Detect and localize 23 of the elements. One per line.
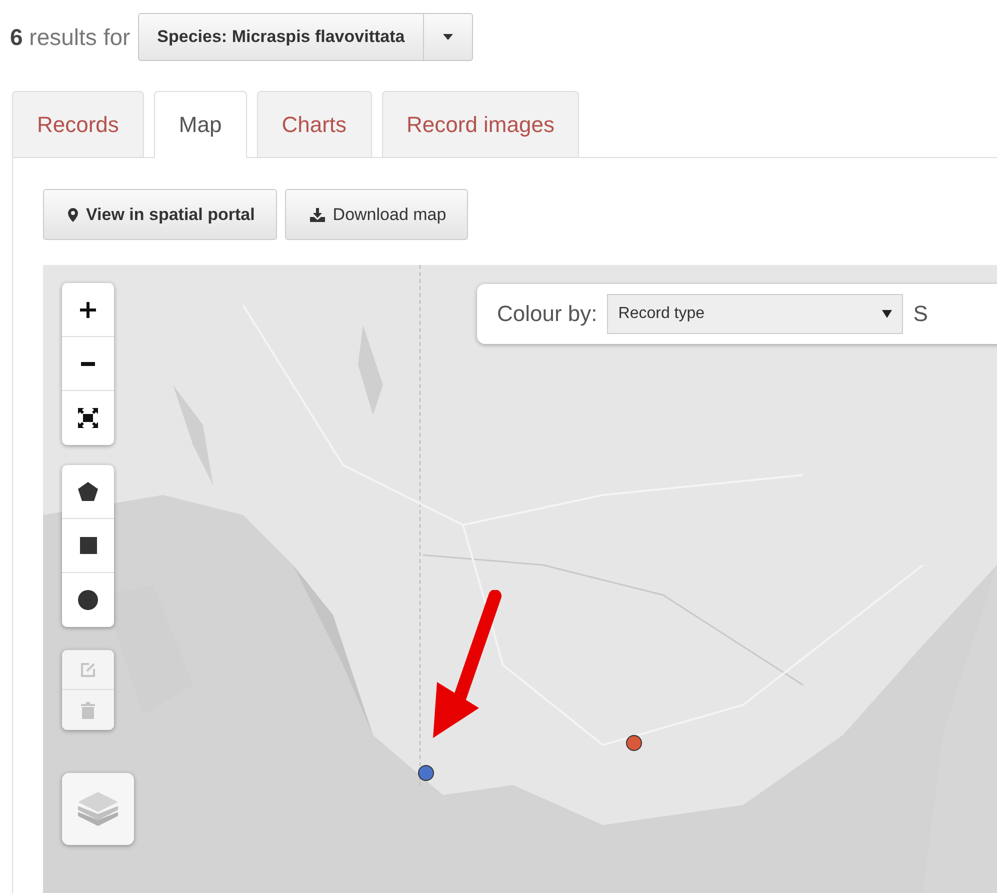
- tab[interactable]: Map: [154, 91, 247, 158]
- fullscreen-icon: [78, 408, 98, 428]
- download-map-button[interactable]: Download map: [284, 189, 468, 240]
- spatial-portal-button[interactable]: View in spatial portal: [43, 189, 277, 240]
- edit-icon: [80, 662, 96, 678]
- plus-icon: [80, 302, 96, 318]
- caret-icon: [882, 310, 892, 318]
- map-pin-icon: [68, 208, 78, 222]
- tab[interactable]: Records: [12, 91, 144, 158]
- size-label: S: [913, 301, 928, 327]
- trash-icon: [81, 702, 95, 718]
- results-text: 6 results for: [10, 24, 130, 50]
- circle-icon: [78, 590, 98, 610]
- tab[interactable]: Charts: [256, 91, 372, 158]
- square-icon: [80, 537, 96, 554]
- download-icon: [310, 208, 325, 222]
- layers-icon: [78, 792, 118, 826]
- tab[interactable]: Record images: [382, 91, 580, 158]
- pentagon-icon: [78, 482, 98, 501]
- colour-by-label: Colour by:: [497, 301, 598, 327]
- caret-icon: [442, 34, 453, 40]
- colour-by-select[interactable]: Record type: [607, 294, 904, 334]
- minus-icon: [81, 362, 95, 366]
